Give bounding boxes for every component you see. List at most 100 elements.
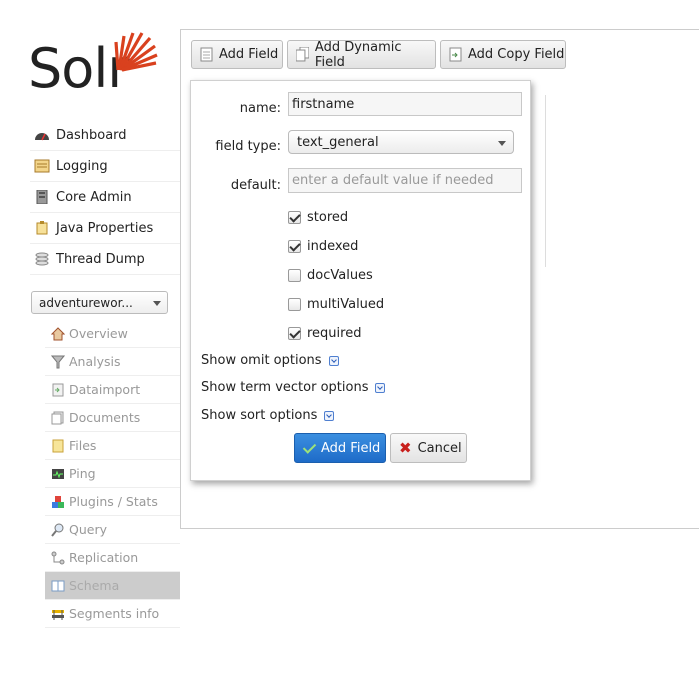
nav-item-label: Thread Dump	[56, 251, 145, 267]
default-label: default:	[230, 178, 281, 193]
add-copy-field-button[interactable]: Add Copy Field	[440, 40, 566, 69]
funnel-icon	[51, 355, 65, 368]
plugins-icon	[52, 495, 64, 508]
add-dynamic-field-button[interactable]: Add Dynamic Field	[287, 39, 436, 70]
ping-icon	[52, 468, 64, 479]
main-nav: Dashboard Logging Core Admin Java Proper…	[30, 120, 180, 275]
add-field-label: Add Field	[219, 47, 279, 62]
field-type-select[interactable]: text_general	[288, 130, 514, 154]
core-menu-label: Files	[69, 438, 97, 453]
core-menu-item-plugins-stats[interactable]: Plugins / Stats	[45, 488, 180, 516]
panel-divider	[545, 95, 546, 267]
core-menu-item-query[interactable]: Query	[45, 516, 180, 544]
core-menu-label: Replication	[69, 550, 139, 565]
add-field-popup: name: field type: text_general default: …	[190, 80, 531, 481]
core-menu-label: Dataimport	[69, 382, 141, 397]
core-menu: Overview Analysis Dataimport Documents F…	[45, 320, 180, 628]
name-input[interactable]	[288, 92, 522, 116]
home-icon	[51, 326, 65, 340]
add-copy-field-label: Add Copy Field	[468, 47, 565, 62]
core-menu-item-dataimport[interactable]: Dataimport	[45, 376, 180, 404]
cancel-label: Cancel	[417, 440, 462, 456]
core-menu-item-replication[interactable]: Replication	[45, 544, 180, 572]
query-icon	[51, 523, 64, 537]
stored-checkbox[interactable]	[288, 210, 301, 224]
nav-item-logging[interactable]: Logging	[30, 151, 180, 182]
solr-sun-icon	[114, 32, 158, 72]
multivalued-label: multiValued	[307, 296, 385, 312]
indexed-checkbox[interactable]	[288, 239, 301, 253]
default-input[interactable]	[288, 168, 522, 193]
dashboard-icon	[35, 133, 49, 141]
nav-item-thread-dump[interactable]: Thread Dump	[30, 244, 180, 275]
multivalued-option: multiValued	[288, 295, 384, 313]
nav-item-label: Core Admin	[56, 189, 132, 205]
core-menu-label: Plugins / Stats	[69, 494, 158, 509]
replication-icon	[51, 551, 65, 564]
documents-icon	[296, 47, 309, 62]
core-menu-item-schema[interactable]: Schema	[45, 572, 180, 600]
documents-icon	[51, 411, 64, 424]
show-term-vector-options-link[interactable]: Show term vector options	[201, 380, 386, 395]
chevron-down-icon	[498, 141, 506, 146]
add-field-submit-label: Add Field	[321, 440, 381, 456]
core-menu-label: Documents	[69, 410, 141, 425]
expand-icon	[324, 410, 335, 421]
core-selector[interactable]: adventurewor...	[31, 291, 168, 314]
expand-icon	[328, 355, 339, 366]
core-menu-label: Analysis	[69, 354, 121, 369]
solr-logo[interactable]: Solr	[28, 28, 163, 98]
docvalues-option: docValues	[288, 266, 373, 284]
close-icon: ✖	[399, 439, 412, 457]
copy-document-icon	[449, 47, 462, 62]
core-menu-item-segments-info[interactable]: Segments info	[45, 600, 180, 628]
field-type-value: text_general	[297, 134, 379, 150]
docvalues-checkbox[interactable]	[288, 268, 301, 282]
core-menu-item-ping[interactable]: Ping	[45, 460, 180, 488]
multivalued-checkbox[interactable]	[288, 297, 301, 311]
required-label: required	[307, 325, 362, 341]
core-menu-item-documents[interactable]: Documents	[45, 404, 180, 432]
core-selector-value: adventurewor...	[39, 295, 133, 310]
logging-icon	[34, 159, 50, 173]
show-sort-options-link[interactable]: Show sort options	[201, 408, 335, 423]
chevron-down-icon	[153, 301, 161, 306]
indexed-label: indexed	[307, 238, 359, 254]
core-menu-label: Overview	[69, 326, 128, 341]
nav-item-dashboard[interactable]: Dashboard	[30, 120, 180, 151]
core-menu-label: Segments info	[69, 606, 160, 621]
indexed-option: indexed	[288, 237, 358, 255]
stored-label: stored	[307, 209, 349, 225]
show-sort-options-label: Show sort options	[201, 408, 318, 423]
core-admin-icon	[36, 190, 48, 204]
add-field-submit-button[interactable]: Add Field	[294, 433, 386, 463]
core-menu-label: Ping	[69, 466, 96, 481]
stored-option: stored	[288, 208, 348, 226]
dataimport-icon	[52, 383, 64, 396]
required-checkbox[interactable]	[288, 326, 301, 340]
add-dynamic-field-label: Add Dynamic Field	[314, 39, 402, 70]
show-omit-options-link[interactable]: Show omit options	[201, 353, 339, 368]
cancel-button[interactable]: ✖ Cancel	[390, 433, 467, 463]
document-icon	[200, 47, 213, 62]
nav-item-label: Dashboard	[56, 127, 127, 143]
segments-icon	[52, 609, 64, 620]
add-field-button[interactable]: Add Field	[191, 40, 283, 69]
schema-icon	[51, 580, 65, 591]
core-menu-item-files[interactable]: Files	[45, 432, 180, 460]
show-term-vector-options-label: Show term vector options	[201, 380, 369, 395]
name-label: name:	[239, 101, 281, 116]
show-omit-options-label: Show omit options	[201, 353, 322, 368]
core-menu-item-overview[interactable]: Overview	[45, 320, 180, 348]
checkmark-icon	[302, 439, 317, 454]
field-type-label: field type:	[215, 139, 281, 154]
nav-item-core-admin[interactable]: Core Admin	[30, 182, 180, 213]
core-menu-item-analysis[interactable]: Analysis	[45, 348, 180, 376]
nav-item-label: Java Properties	[56, 220, 154, 236]
thread-dump-icon	[35, 252, 49, 266]
core-menu-label: Schema	[69, 578, 120, 593]
required-option: required	[288, 324, 361, 342]
nav-item-label: Logging	[56, 158, 108, 174]
nav-item-java-properties[interactable]: Java Properties	[30, 213, 180, 244]
docvalues-label: docValues	[307, 267, 373, 283]
